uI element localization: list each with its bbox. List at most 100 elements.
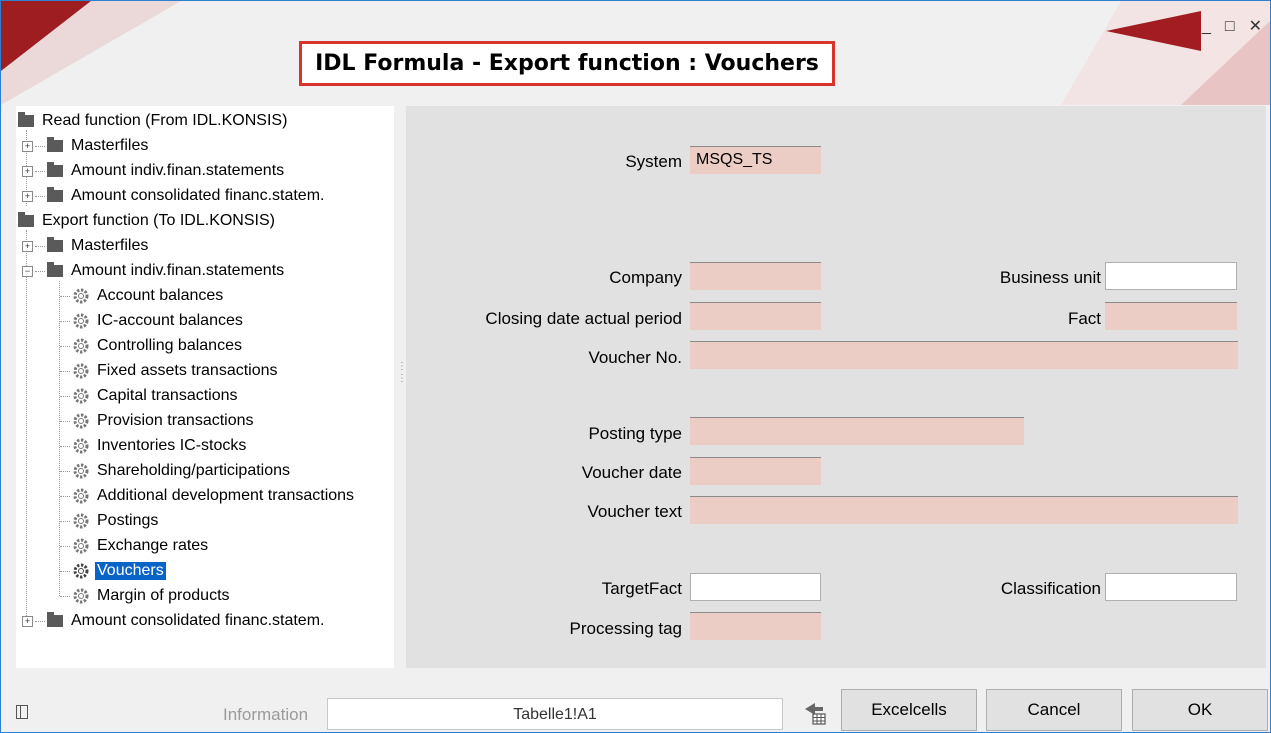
dialog-title-box: IDL Formula - Export function : Vouchers — [299, 41, 835, 86]
tree-node-margin-of-products[interactable]: Margin of products — [60, 584, 232, 608]
tree-node-shareholding[interactable]: Shareholding/participations — [60, 459, 292, 483]
expand-icon[interactable]: + — [22, 165, 33, 177]
processing-tag-field[interactable] — [690, 612, 821, 640]
status-bar: Information Tabelle1!A1 Excelcells Cance… — [1, 681, 1270, 732]
voucher-no-label: Voucher No. — [588, 348, 682, 367]
gear-icon — [73, 563, 89, 579]
tree-node-label: Account balances — [97, 287, 224, 304]
cancel-button[interactable]: Cancel — [986, 689, 1122, 731]
tree-node-export-masterfiles[interactable]: + Masterfiles — [22, 234, 150, 258]
tree-node-ic-account-balances[interactable]: IC-account balances — [60, 309, 245, 333]
tree-connector — [35, 270, 45, 272]
tree-node-read-amount-consolidated[interactable]: + Amount consolidated financ.statem. — [22, 184, 326, 208]
voucher-no-field[interactable] — [690, 341, 1238, 369]
tree-node-label: Masterfiles — [71, 137, 149, 154]
posting-type-field[interactable] — [690, 417, 1024, 445]
tree-node-export-amount-consolidated[interactable]: + Amount consolidated financ.statem. — [22, 609, 326, 633]
posting-type-label: Posting type — [588, 424, 682, 443]
expand-icon[interactable]: + — [22, 140, 33, 152]
voucher-date-field[interactable] — [690, 457, 821, 485]
tree-node-capital-transactions[interactable]: Capital transactions — [60, 384, 240, 408]
tree-node-read-masterfiles[interactable]: + Masterfiles — [22, 134, 150, 158]
expand-icon[interactable]: + — [22, 240, 33, 252]
classification-field[interactable] — [1105, 573, 1237, 601]
tree-node-label: Amount indiv.finan.statements — [71, 262, 285, 279]
gear-icon — [73, 363, 89, 379]
tree-node-label: Amount consolidated financ.statem. — [71, 612, 325, 629]
business-unit-field[interactable] — [1105, 262, 1237, 290]
folder-icon — [47, 137, 63, 152]
tree-node-label: Masterfiles — [71, 237, 149, 254]
tree-node-export-amount-indiv[interactable]: − Amount indiv.finan.statements — [22, 259, 286, 283]
fact-label: Fact — [1067, 309, 1101, 328]
fact-field[interactable] — [1105, 302, 1237, 330]
tree-connector — [60, 320, 70, 322]
tree-node-account-balances[interactable]: Account balances — [60, 284, 225, 308]
gear-icon — [73, 588, 89, 604]
tree-node-provision-transactions[interactable]: Provision transactions — [60, 409, 256, 433]
classification-label: Classification — [1000, 579, 1101, 598]
tree-connector — [35, 195, 45, 197]
folder-icon — [47, 237, 63, 252]
target-fact-label: TargetFact — [601, 579, 682, 598]
tree-connector — [26, 230, 27, 618]
collapse-icon[interactable]: − — [22, 265, 33, 277]
panel-toggle-icon[interactable] — [16, 705, 28, 719]
gear-icon — [73, 338, 89, 354]
gear-icon — [73, 288, 89, 304]
target-fact-field[interactable] — [690, 573, 821, 601]
tree-node-fixed-assets[interactable]: Fixed assets transactions — [60, 359, 280, 383]
tree-node-exchange-rates[interactable]: Exchange rates — [60, 534, 210, 558]
tree-node-controlling-balances[interactable]: Controlling balances — [60, 334, 244, 358]
business-unit-label: Business unit — [999, 268, 1101, 287]
expand-icon[interactable]: + — [22, 190, 33, 202]
voucher-date-label: Voucher date — [581, 463, 682, 482]
dialog-title: IDL Formula - Export function : Vouchers — [315, 51, 819, 76]
gear-icon — [73, 388, 89, 404]
dialog-header: IDL Formula - Export function : Vouchers… — [1, 1, 1270, 105]
function-tree: Read function (From IDL.KONSIS) + Master… — [16, 106, 394, 668]
tree-node-label: Provision transactions — [97, 412, 254, 429]
tree-connector — [60, 420, 70, 422]
voucher-form: System MSQS_TS Company Business unit Clo… — [406, 106, 1266, 668]
tree-node-label: Margin of products — [97, 587, 230, 604]
window-maximize-icon[interactable]: □ — [1225, 19, 1235, 35]
tree-node-read-amount-indiv[interactable]: + Amount indiv.finan.statements — [22, 159, 286, 183]
tree-node-label: Controlling balances — [97, 337, 242, 354]
tree-connector — [60, 495, 70, 497]
expand-icon[interactable]: + — [22, 615, 33, 627]
window-close-icon[interactable]: ✕ — [1249, 19, 1262, 35]
information-field[interactable]: Tabelle1!A1 — [327, 698, 783, 730]
tree-node-postings[interactable]: Postings — [60, 509, 160, 533]
gear-icon — [73, 538, 89, 554]
closing-date-label: Closing date actual period — [485, 309, 682, 328]
window-minimize-icon[interactable]: _ — [1202, 19, 1211, 35]
tree-node-inventories[interactable]: Inventories IC-stocks — [60, 434, 248, 458]
tree-node-read-function[interactable]: Read function (From IDL.KONSIS) — [18, 109, 289, 133]
tree-node-label: Inventories IC-stocks — [97, 437, 247, 454]
tree-connector — [60, 295, 70, 297]
excelcells-button[interactable]: Excelcells — [841, 689, 977, 731]
system-field[interactable]: MSQS_TS — [690, 146, 821, 174]
tree-connector — [60, 545, 70, 547]
tree-connector — [35, 170, 45, 172]
ok-button[interactable]: OK — [1132, 689, 1268, 731]
tree-node-vouchers[interactable]: Vouchers — [60, 559, 166, 583]
system-label: System — [625, 152, 682, 171]
excel-tool-icon[interactable] — [801, 699, 829, 727]
tree-connector — [60, 595, 70, 597]
company-field[interactable] — [690, 262, 821, 290]
tree-node-export-function[interactable]: Export function (To IDL.KONSIS) — [18, 209, 277, 233]
voucher-text-field[interactable] — [690, 496, 1238, 524]
panel-splitter[interactable]: ⋮ ⋮ — [397, 361, 407, 385]
tree-node-additional-development[interactable]: Additional development transactions — [60, 484, 356, 508]
company-label: Company — [609, 268, 682, 287]
processing-tag-label: Processing tag — [569, 619, 682, 638]
folder-icon — [47, 612, 63, 627]
tree-connector — [60, 445, 70, 447]
tree-node-label: Export function (To IDL.KONSIS) — [42, 212, 275, 229]
tree-connector — [60, 520, 70, 522]
closing-date-field[interactable] — [690, 302, 821, 330]
dialog-window: IDL Formula - Export function : Vouchers… — [0, 0, 1271, 733]
tree-connector — [35, 620, 45, 622]
